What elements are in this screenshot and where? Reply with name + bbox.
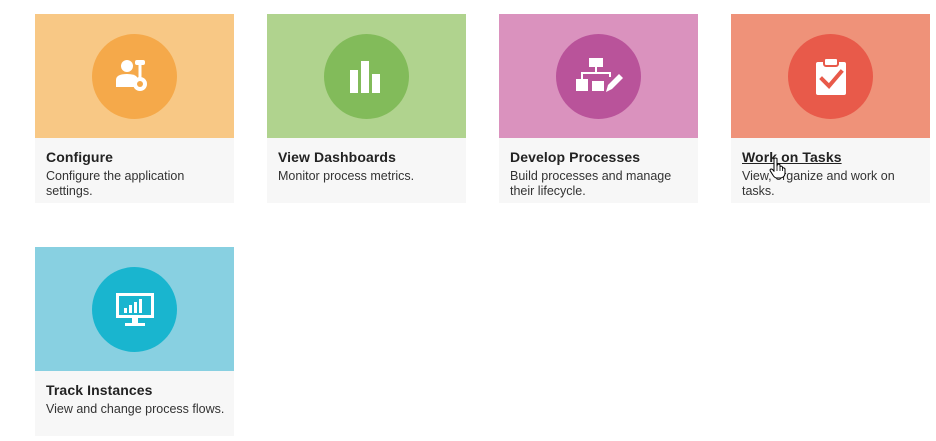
bar-chart-icon <box>349 60 380 93</box>
icon-circle <box>92 34 177 119</box>
tile-develop-processes[interactable]: Develop Processes Build processes and ma… <box>499 14 698 203</box>
icon-circle <box>92 267 177 352</box>
tile-description: Build processes and manage their lifecyc… <box>510 169 672 198</box>
tile-work-on-tasks[interactable]: Work on Tasks View, organize and work on… <box>731 14 930 203</box>
icon-circle <box>788 34 873 119</box>
tile-view-dashboards[interactable]: View Dashboards Monitor process metrics. <box>267 14 466 203</box>
tile-banner <box>35 247 234 371</box>
tile-configure[interactable]: Configure Configure the application sett… <box>35 14 234 203</box>
tile-description: Monitor process metrics. <box>278 169 415 183</box>
icon-circle <box>324 34 409 119</box>
tile-title[interactable]: Work on Tasks <box>742 149 842 165</box>
tile-title[interactable]: Track Instances <box>46 382 153 398</box>
tile-description: View and change process flows. <box>46 402 225 416</box>
icon-circle <box>556 34 641 119</box>
user-wrench-icon <box>115 59 147 91</box>
monitor-chart-icon <box>115 292 154 326</box>
clipboard-check-icon <box>815 56 846 95</box>
tile-title[interactable]: Configure <box>46 149 113 165</box>
tile-title[interactable]: View Dashboards <box>278 149 396 165</box>
tile-banner <box>35 14 234 138</box>
tile-title[interactable]: Develop Processes <box>510 149 640 165</box>
flowchart-edit-icon <box>575 57 623 92</box>
tile-description: View, organize and work on tasks. <box>742 169 895 198</box>
tile-description: Configure the application settings. <box>46 169 185 198</box>
tile-banner <box>731 14 930 138</box>
tile-banner <box>267 14 466 138</box>
tile-banner <box>499 14 698 138</box>
tile-track-instances[interactable]: Track Instances View and change process … <box>35 247 234 436</box>
